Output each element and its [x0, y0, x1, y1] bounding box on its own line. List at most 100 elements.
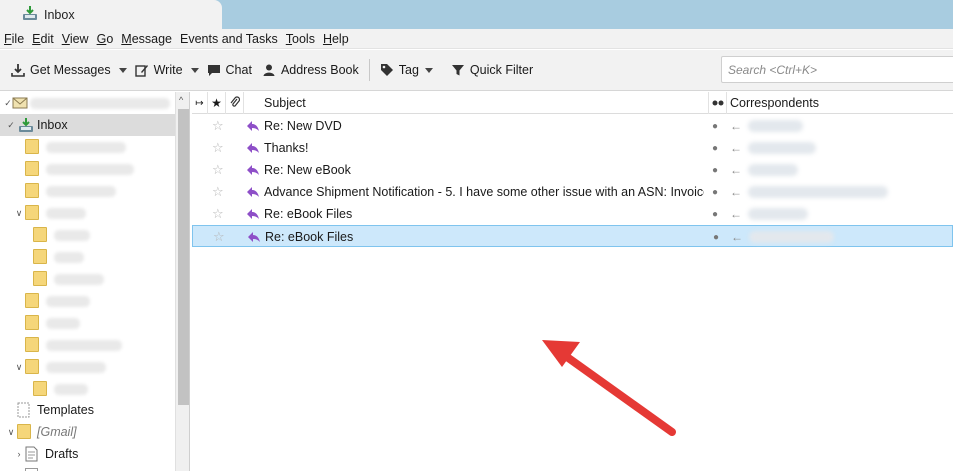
thread-header: ↦ ★ Subject Correspondents — [192, 92, 953, 114]
subject-column-header[interactable]: Subject — [244, 92, 709, 114]
quick-filter-button[interactable]: Quick Filter — [446, 58, 538, 82]
unread-dot-icon[interactable]: ● — [712, 115, 718, 137]
correspondent-redacted — [748, 186, 888, 198]
unread-dot-icon[interactable]: ● — [713, 226, 719, 248]
folder-item[interactable] — [0, 246, 175, 268]
unread-dot-icon[interactable]: ● — [712, 181, 718, 203]
get-messages-button[interactable]: Get Messages — [6, 58, 116, 82]
star-icon[interactable]: ☆ — [213, 226, 225, 248]
chevron-right-icon[interactable]: › — [14, 449, 24, 459]
tag-icon — [380, 63, 394, 77]
replied-icon — [247, 226, 261, 248]
folder-icon — [25, 293, 39, 308]
star-icon[interactable]: ☆ — [212, 137, 224, 159]
message-row[interactable]: ☆ Re: New DVD ● ← — [192, 115, 953, 137]
search-input[interactable] — [728, 62, 928, 77]
inbox-download-icon — [22, 5, 38, 24]
folder-item[interactable] — [0, 136, 175, 158]
correspondents-column-header[interactable]: Correspondents — [727, 92, 953, 114]
menu-help[interactable]: Help — [323, 32, 349, 46]
read-column-header[interactable] — [709, 92, 727, 114]
chevron-down-icon[interactable]: ∨ — [14, 362, 24, 372]
folder-name-redacted — [46, 296, 90, 307]
message-subject: Re: eBook Files — [264, 207, 353, 221]
folder-drafts[interactable]: › Drafts — [0, 443, 175, 465]
message-row[interactable]: ☆ Thanks! ● ← — [192, 137, 953, 159]
folder-drafts-label: Drafts — [45, 447, 79, 461]
star-icon[interactable]: ☆ — [212, 181, 224, 203]
pencil-icon — [134, 63, 149, 77]
folder-item[interactable]: ∨ — [0, 202, 175, 224]
write-button[interactable]: Write — [130, 58, 188, 82]
get-messages-dropdown[interactable] — [116, 58, 130, 82]
correspondent-redacted — [748, 208, 808, 220]
write-dropdown[interactable] — [188, 58, 202, 82]
folder-templates-label: Templates — [37, 403, 94, 417]
folder-name-redacted — [54, 274, 104, 285]
folder-item[interactable] — [0, 180, 175, 202]
thread-column-header[interactable]: ↦ — [192, 92, 208, 114]
chevron-up-icon[interactable]: ^ — [179, 95, 183, 105]
chat-label: Chat — [225, 63, 252, 77]
menu-tools[interactable]: Tools — [286, 32, 315, 46]
chevron-down-icon[interactable]: ✓ — [6, 120, 16, 130]
star-icon[interactable]: ☆ — [212, 203, 224, 225]
attachment-column-header[interactable] — [226, 92, 244, 114]
folder-icon — [33, 271, 47, 286]
message-row[interactable]: ☆ Advance Shipment Notification - 5. I ha… — [192, 181, 953, 203]
search-box[interactable] — [721, 56, 953, 83]
unread-dot-icon[interactable]: ● — [712, 203, 718, 225]
folder-item[interactable] — [0, 268, 175, 290]
menu-events[interactable]: Events and Tasks — [180, 32, 278, 46]
folder-item[interactable] — [0, 334, 175, 356]
folder-scrollbar[interactable]: ^ — [175, 92, 189, 471]
correspondent-redacted — [748, 120, 803, 132]
menu-file[interactable]: File — [4, 32, 24, 46]
message-subject: Re: eBook Files — [265, 230, 354, 244]
address-book-button[interactable]: Address Book — [257, 58, 364, 82]
chat-button[interactable]: Chat — [202, 58, 257, 82]
replied-icon — [246, 203, 260, 225]
folder-item[interactable] — [0, 290, 175, 312]
message-subject: Re: New DVD — [264, 119, 342, 133]
menu-edit[interactable]: Edit — [32, 32, 54, 46]
folder-item[interactable] — [0, 465, 175, 471]
folder-inbox-label: Inbox — [37, 118, 68, 132]
folder-item[interactable] — [0, 158, 175, 180]
chevron-down-icon[interactable]: ∨ — [14, 208, 24, 218]
star-icon[interactable]: ☆ — [212, 159, 224, 181]
folder-item[interactable] — [0, 312, 175, 334]
chevron-down-icon[interactable]: ∨ — [6, 427, 16, 437]
left-arrow-icon: ← — [730, 185, 742, 199]
folder-icon — [25, 337, 39, 352]
folder-item[interactable] — [0, 224, 175, 246]
get-messages-label: Get Messages — [30, 63, 111, 77]
tag-button[interactable]: Tag — [375, 58, 438, 82]
starred-column-header[interactable]: ★ — [208, 92, 226, 114]
folder-gmail[interactable]: ∨ [Gmail] — [0, 421, 175, 443]
tab-inbox[interactable]: Inbox — [0, 0, 222, 29]
menu-message[interactable]: Message — [121, 32, 172, 46]
unread-dot-icon[interactable]: ● — [712, 137, 718, 159]
message-row[interactable]: ☆ Re: eBook Files ● ← — [192, 225, 953, 247]
unread-dot-icon[interactable]: ● — [712, 159, 718, 181]
left-arrow-icon: ← — [731, 230, 743, 244]
message-row[interactable]: ☆ Re: New eBook ● ← — [192, 159, 953, 181]
folder-item[interactable] — [0, 378, 175, 400]
folder-item[interactable]: ∨ — [0, 356, 175, 378]
message-row[interactable]: ☆ Re: eBook Files ● ← — [192, 203, 953, 225]
menu-go[interactable]: Go — [97, 32, 114, 46]
scrollbar-thumb[interactable] — [178, 109, 189, 405]
replied-icon — [246, 137, 260, 159]
star-icon[interactable]: ☆ — [212, 115, 224, 137]
folder-inbox[interactable]: ✓ Inbox — [0, 114, 175, 136]
folder-name-redacted — [46, 164, 134, 175]
folder-templates[interactable]: Templates — [0, 399, 175, 421]
folder-icon — [25, 183, 39, 198]
glasses-icon — [712, 96, 724, 110]
menu-view[interactable]: View — [62, 32, 89, 46]
folder-icon — [33, 381, 47, 396]
chat-bubble-icon — [207, 63, 221, 77]
account-row[interactable]: ✓ — [0, 92, 175, 114]
main-toolbar: Get Messages Write Chat Address Book Tag… — [0, 50, 953, 91]
